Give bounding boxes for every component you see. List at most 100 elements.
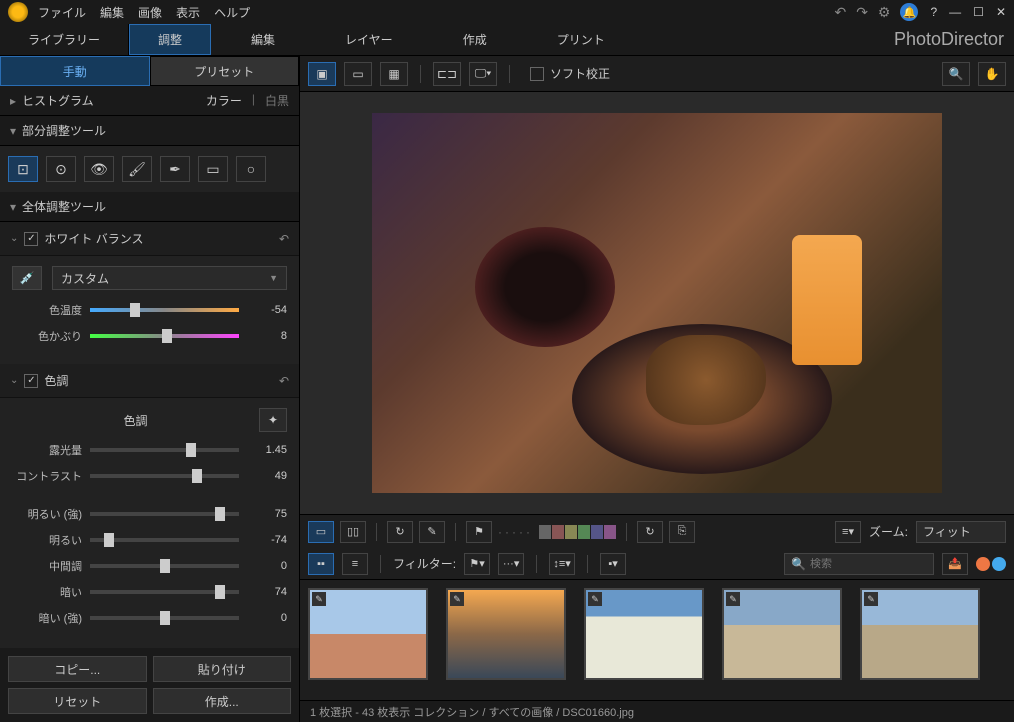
undo-icon[interactable]: ↶ — [279, 374, 289, 388]
menu-file[interactable]: ファイル — [38, 4, 86, 21]
menu-edit[interactable]: 編集 — [100, 4, 124, 21]
pan-tool[interactable]: ✋ — [978, 62, 1006, 86]
wb-checkbox[interactable]: ✓ — [24, 232, 38, 246]
white-balance-header[interactable]: ⌄ ✓ ホワイト バランス ↶ — [0, 222, 299, 256]
zoom-tool[interactable]: 🔍 — [942, 62, 970, 86]
search-box[interactable]: 🔍 ✕ — [784, 553, 934, 575]
thumbnail[interactable]: ✎ — [308, 588, 428, 680]
subtab-manual[interactable]: 手動 — [0, 56, 150, 86]
redo-icon[interactable]: ↷ — [856, 4, 868, 21]
preview-area[interactable] — [300, 92, 1014, 514]
view-mode-1[interactable]: ▭ — [308, 521, 334, 543]
copy-button[interactable]: コピー... — [8, 656, 147, 682]
paste-button[interactable]: 貼り付け — [153, 656, 292, 682]
undo-icon[interactable]: ↶ — [279, 232, 289, 246]
monitor-button[interactable]: 🖵▾ — [469, 62, 497, 86]
help-button[interactable]: ? — [930, 5, 937, 19]
global-tools-header[interactable]: ▾ 全体調整ツール — [0, 192, 299, 222]
histogram-bw[interactable]: 白黒 — [265, 92, 289, 109]
share-dots[interactable] — [976, 557, 1006, 571]
eyedropper-tool[interactable]: 💉 — [12, 266, 42, 290]
export-queue-button[interactable]: 📤 — [942, 553, 968, 575]
subtab-preset[interactable]: プリセット — [150, 56, 300, 86]
crop-tool[interactable]: ⊡ — [8, 156, 38, 182]
gear-icon[interactable]: ⚙ — [878, 4, 891, 21]
thumbnail[interactable]: ✎ — [722, 588, 842, 680]
module-library[interactable]: ライブラリー — [0, 24, 129, 55]
tab-print[interactable]: プリント — [557, 31, 605, 48]
filter-rating[interactable]: ···▾ — [498, 553, 524, 575]
spot-tool[interactable]: ⊙ — [46, 156, 76, 182]
notification-icon[interactable]: 🔔 — [900, 3, 918, 21]
brush-tool[interactable]: 🖌 — [122, 156, 152, 182]
search-icon: 🔍 — [791, 557, 806, 571]
create-button[interactable]: 作成... — [153, 688, 292, 714]
chevron-down-icon: ▾ — [10, 200, 16, 214]
chevron-right-icon: ▸ — [10, 94, 16, 108]
wb-preset-combo[interactable]: カスタム — [52, 266, 287, 290]
compare-view-button[interactable]: ▭ — [344, 62, 372, 86]
sort-button[interactable]: ≡▾ — [835, 521, 861, 543]
softproof-checkbox[interactable] — [530, 67, 544, 81]
edit-badge-icon: ✎ — [312, 592, 326, 606]
zoom-combo[interactable]: フィット — [916, 521, 1006, 543]
refresh-button[interactable]: ↻ — [637, 521, 663, 543]
contrast-slider[interactable] — [90, 474, 239, 478]
pen-tool[interactable]: ✒ — [160, 156, 190, 182]
thumb-size-2[interactable]: ≡ — [342, 553, 368, 575]
app-logo — [8, 2, 28, 22]
auto-tone-button[interactable]: ✦ — [259, 408, 287, 432]
filter-color[interactable]: ▪▾ — [600, 553, 626, 575]
maximize-button[interactable]: ☐ — [973, 5, 984, 19]
flag-button[interactable]: ⚑ — [466, 521, 492, 543]
menu-view[interactable]: 表示 — [176, 4, 200, 21]
tab-edit[interactable]: 編集 — [251, 31, 275, 48]
close-button[interactable]: ✕ — [996, 5, 1006, 19]
edit-button[interactable]: ✎ — [419, 521, 445, 543]
chevron-down-icon: ⌄ — [10, 233, 18, 244]
radial-tool[interactable]: ○ — [236, 156, 266, 182]
tab-create[interactable]: 作成 — [463, 31, 487, 48]
exposure-slider[interactable] — [90, 448, 239, 452]
histogram-header[interactable]: ▸ ヒストグラム カラー | 白黒 — [0, 86, 299, 116]
tone-header[interactable]: ⌄ ✓ 色調 ↶ — [0, 364, 299, 398]
midtones-slider[interactable] — [90, 564, 239, 568]
thumbnail[interactable]: ✎ — [446, 588, 566, 680]
shadows-slider[interactable] — [90, 590, 239, 594]
search-input[interactable] — [810, 558, 952, 570]
filmstrip[interactable]: ✎ ✎ ✎ ✎ ✎ — [300, 580, 1014, 700]
redeye-tool[interactable]: 👁 — [84, 156, 114, 182]
filter-sort[interactable]: ↕≡▾ — [549, 553, 575, 575]
thumbnail[interactable]: ✎ — [584, 588, 704, 680]
tone-checkbox[interactable]: ✓ — [24, 374, 38, 388]
color-labels[interactable] — [539, 525, 616, 539]
minimize-button[interactable]: — — [949, 5, 961, 19]
menu-image[interactable]: 画像 — [138, 4, 162, 21]
reset-button[interactable]: リセット — [8, 688, 147, 714]
rating-dots[interactable]: ····· — [498, 525, 533, 539]
module-adjustment[interactable]: 調整 — [129, 24, 211, 55]
menu-help[interactable]: ヘルプ — [214, 4, 250, 21]
export-button[interactable]: ⎘ — [669, 521, 695, 543]
tab-layer[interactable]: レイヤー — [345, 31, 393, 48]
chevron-down-icon: ⌄ — [10, 375, 18, 386]
tint-slider[interactable] — [90, 334, 239, 338]
view-mode-2[interactable]: ▯▯ — [340, 521, 366, 543]
histogram-color[interactable]: カラー — [206, 92, 242, 109]
gradient-tool[interactable]: ▭ — [198, 156, 228, 182]
thumb-size-1[interactable]: ▪▪ — [308, 553, 334, 575]
brand-label: PhotoDirector — [894, 29, 1004, 50]
highlights-slider[interactable] — [90, 538, 239, 542]
temperature-slider[interactable] — [90, 308, 239, 312]
thumbnail[interactable]: ✎ — [860, 588, 980, 680]
shadows-strong-slider[interactable] — [90, 616, 239, 620]
highlights-strong-slider[interactable] — [90, 512, 239, 516]
rotate-button[interactable]: ↻ — [387, 521, 413, 543]
grid-view-button[interactable]: ▦ — [380, 62, 408, 86]
regional-tools-header[interactable]: ▾ 部分調整ツール — [0, 116, 299, 146]
undo-icon[interactable]: ↶ — [834, 4, 846, 21]
edit-badge-icon: ✎ — [726, 592, 740, 606]
screen-button[interactable]: ⊏⊐ — [433, 62, 461, 86]
single-view-button[interactable]: ▣ — [308, 62, 336, 86]
filter-flag[interactable]: ⚑▾ — [464, 553, 490, 575]
